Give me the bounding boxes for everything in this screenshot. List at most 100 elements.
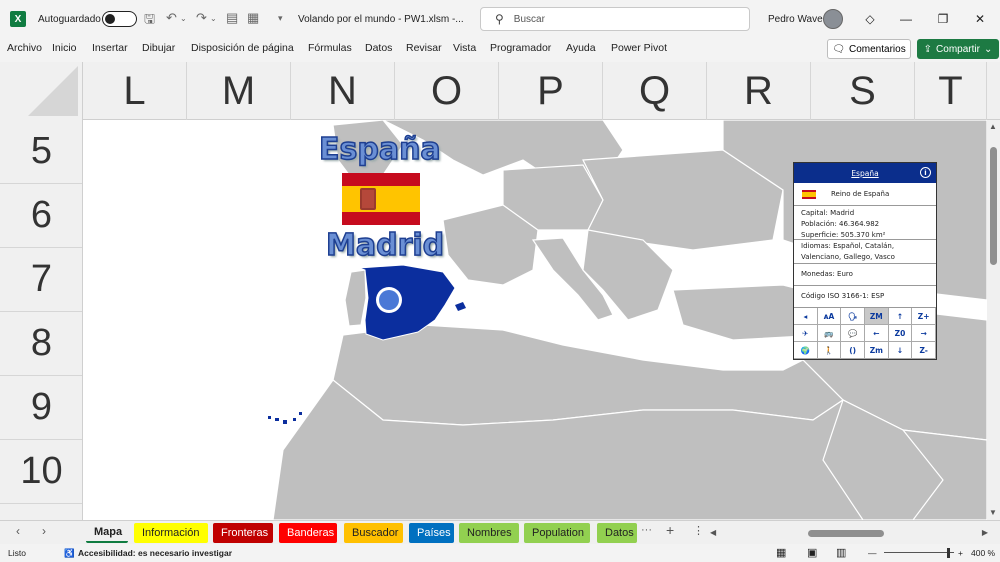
parentheses-button[interactable]: () [841,342,865,359]
column-header[interactable]: P [499,62,603,120]
transport-button[interactable]: 🚌 [817,325,842,342]
info-country-link[interactable]: España [851,169,878,178]
row-header[interactable]: 6 [0,184,82,248]
minimize-icon[interactable]: — [888,0,924,38]
sheet-tab[interactable]: Nombres [459,523,519,543]
zoom-out-button[interactable]: Z- [912,342,936,359]
zoom-level[interactable]: 400 % [971,548,995,558]
scroll-down-icon[interactable]: ▼ [989,508,997,517]
horizontal-scroll-thumb[interactable] [808,530,884,537]
sheet-tab[interactable]: Mapa [86,523,128,543]
row-header[interactable]: 10 [0,440,82,504]
column-header[interactable]: N [291,62,395,120]
sheet-tab[interactable]: Fronteras [213,523,273,543]
menu-formulas[interactable]: Fórmulas [308,42,352,54]
accessibility-status[interactable]: Accesibilidad: es necesario investigar [78,548,232,558]
horizontal-scrollbar[interactable]: ◀ ▶ [708,527,988,539]
zoom-out-icon[interactable]: — [868,548,877,558]
undo-icon[interactable]: ↶ [166,10,177,26]
next-sheet-icon[interactable]: › [42,524,46,538]
worksheet-grid[interactable]: España Madrid España i Reino de España C… [83,120,987,520]
select-all-corner[interactable] [0,62,83,120]
column-header[interactable]: R [707,62,811,120]
column-header[interactable]: S [811,62,915,120]
macro-icon[interactable]: ▦ [247,10,259,26]
sheet-tab[interactable]: Información [134,523,208,543]
column-header[interactable]: O [395,62,499,120]
row-header[interactable]: 9 [0,376,82,440]
normal-view-icon[interactable]: ▦ [776,546,786,559]
zoom-slider[interactable] [884,552,954,553]
prev-sheet-icon[interactable]: ‹ [16,524,20,538]
chat-button[interactable]: 💬 [841,325,865,342]
scroll-right-icon[interactable]: ▶ [982,528,988,537]
menu-datos[interactable]: Datos [365,42,392,54]
column-header[interactable]: L [83,62,187,120]
zoom-in-button[interactable]: Z+ [912,308,936,325]
zoom-map-button[interactable]: ZM [864,308,889,325]
pan-down-button[interactable]: ↓ [888,342,913,359]
menu-revisar[interactable]: Revisar [406,42,442,54]
diamond-icon[interactable]: ◇ [852,0,888,38]
column-header[interactable]: M [187,62,291,120]
autosave-toggle[interactable] [102,11,137,27]
restore-icon[interactable]: ❐ [925,0,961,38]
zoom-min-button[interactable]: Zm [864,342,889,359]
speak-button[interactable]: 🗣 [841,308,865,325]
menu-ayuda[interactable]: Ayuda [566,42,596,54]
zoom-reset-button[interactable]: Z0 [888,325,913,342]
tab-options-icon[interactable]: ⋮ [693,524,704,537]
redo-icon[interactable]: ↷ [196,10,207,26]
customize-toolbar-icon[interactable]: ▾ [278,13,283,24]
form-icon[interactable]: ▤ [226,10,238,26]
search-input[interactable]: Buscar [514,14,545,25]
globe-button[interactable]: 🌍 [794,342,818,359]
row-header[interactable]: 7 [0,248,82,312]
menu-vista[interactable]: Vista [453,42,476,54]
page-break-icon[interactable]: ▥ [836,546,846,559]
menu-inicio[interactable]: Inicio [52,42,77,54]
share-button[interactable]: ⇪ Compartir ⌄ [917,39,999,59]
scroll-left-icon[interactable]: ◀ [710,528,716,537]
scroll-up-icon[interactable]: ▲ [989,122,997,131]
page-layout-icon[interactable]: ▣ [807,546,817,559]
row-header[interactable]: 5 [0,120,82,184]
pan-up-button[interactable]: ↑ [888,308,913,325]
sheet-tab[interactable]: Population [524,523,590,543]
walk-button[interactable]: 🚶 [817,342,842,359]
zoom-in-icon[interactable]: + [958,548,963,558]
more-sheets-button[interactable]: ··· [641,524,652,536]
add-sheet-button[interactable]: + [666,522,674,538]
sheet-tab[interactable]: Banderas [279,523,337,543]
avatar[interactable] [823,9,843,29]
save-icon[interactable]: 🖫 [144,10,155,32]
menu-power-pivot[interactable]: Power Pivot [611,42,667,54]
row-header[interactable]: 8 [0,312,82,376]
back-button[interactable]: ◂ [794,308,818,325]
zoom-slider-knob[interactable] [947,548,950,558]
pan-left-button[interactable]: ← [864,325,889,342]
column-header[interactable]: Q [603,62,707,120]
info-icon[interactable]: i [920,167,931,178]
column-header[interactable]: T [915,62,987,120]
pan-right-button[interactable]: → [912,325,936,342]
row-header[interactable]: 11 [0,504,82,520]
sheet-tab[interactable]: Buscador [344,523,403,543]
font-size-button[interactable]: ᴀA [817,308,842,325]
close-icon[interactable]: ✕ [962,0,998,38]
menu-dibujar[interactable]: Dibujar [142,42,175,54]
menu-programador[interactable]: Programador [490,42,551,54]
menu-disposicion[interactable]: Disposición de página [191,42,294,54]
vertical-scroll-thumb[interactable] [990,147,997,265]
capital-marker-icon[interactable] [379,290,399,310]
menu-archivo[interactable]: Archivo [7,42,42,54]
redo-dropdown-icon[interactable]: ⌄ [210,14,217,23]
undo-dropdown-icon[interactable]: ⌄ [180,14,187,23]
comments-button[interactable]: 🗨 Comentarios [827,39,911,59]
user-name[interactable]: Pedro Wave [768,0,823,38]
vertical-scrollbar[interactable]: ▲ ▼ [987,120,1000,520]
menu-insertar[interactable]: Insertar [92,42,128,54]
search-box[interactable]: ⚲ Buscar [480,7,750,31]
sheet-tab[interactable]: Países [409,523,454,543]
fly-button[interactable]: ✈ [794,325,818,342]
